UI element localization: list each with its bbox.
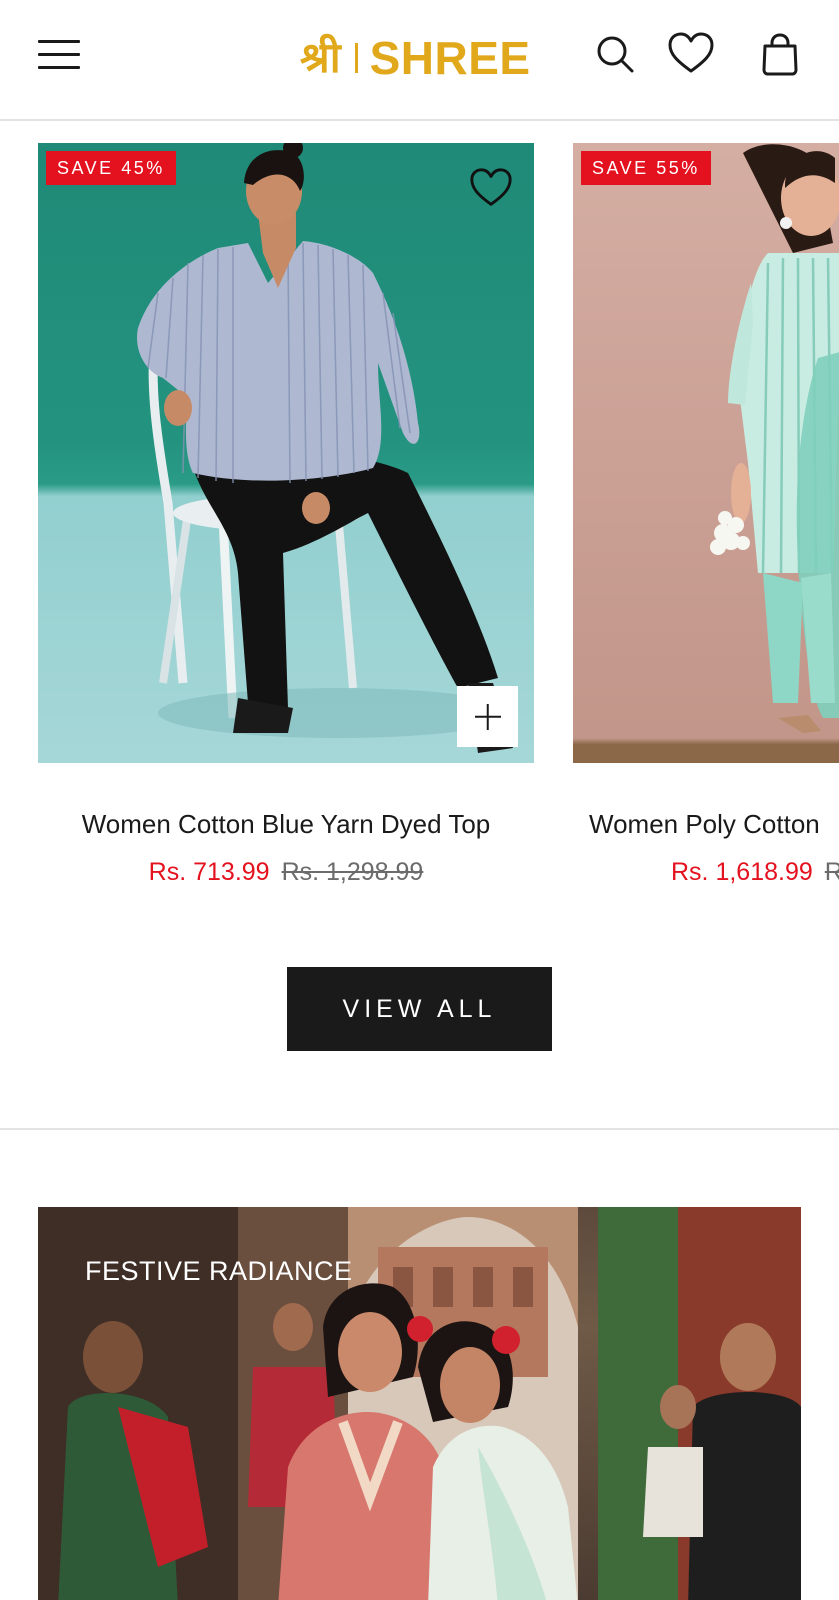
quick-add-button[interactable] bbox=[457, 686, 518, 747]
sale-price: Rs. 713.99 bbox=[148, 858, 270, 886]
logo-separator bbox=[354, 43, 358, 73]
view-all-button[interactable]: VIEW ALL bbox=[287, 967, 552, 1051]
product-card[interactable]: SAVE 45% Women Cotton Blue Yarn Dyed Top… bbox=[38, 143, 534, 887]
banner-title: FESTIVE RADIANCE bbox=[85, 1256, 353, 1286]
bag-icon[interactable] bbox=[756, 30, 804, 78]
original-price: R bbox=[824, 858, 839, 886]
original-price: Rs. 1,298.99 bbox=[281, 858, 424, 886]
wishlist-heart-icon[interactable] bbox=[468, 165, 514, 211]
section-divider bbox=[0, 1128, 839, 1130]
heart-icon[interactable] bbox=[667, 30, 715, 78]
brand-logo[interactable]: श्री SHREE bbox=[300, 30, 531, 86]
logo-text: SHREE bbox=[369, 32, 531, 84]
menu-line bbox=[38, 40, 80, 43]
product-photo bbox=[137, 143, 518, 753]
sale-price: Rs. 1,618.99 bbox=[671, 858, 813, 886]
product-image[interactable]: SAVE 45% bbox=[38, 143, 534, 763]
product-card[interactable]: SAVE 55% Women Poly Cotton Rs. 1,618.99 R bbox=[573, 143, 839, 887]
search-icon[interactable] bbox=[591, 30, 639, 78]
logo-hindi-text: श्री bbox=[300, 33, 341, 82]
site-header: श्री SHREE bbox=[0, 0, 839, 121]
menu-icon[interactable] bbox=[38, 38, 82, 70]
product-prices: Rs. 1,618.99 R bbox=[573, 858, 839, 887]
product-title[interactable]: Women Poly Cotton bbox=[573, 809, 839, 840]
menu-line bbox=[38, 66, 80, 69]
product-photo bbox=[710, 144, 839, 733]
discount-badge: SAVE 55% bbox=[581, 151, 711, 185]
collection-banner[interactable]: FESTIVE RADIANCE bbox=[38, 1207, 801, 1600]
discount-badge: SAVE 45% bbox=[46, 151, 176, 185]
product-title[interactable]: Women Cotton Blue Yarn Dyed Top bbox=[38, 809, 534, 840]
menu-line bbox=[38, 53, 80, 56]
product-prices: Rs. 713.99 Rs. 1,298.99 bbox=[38, 858, 534, 887]
product-image[interactable]: SAVE 55% bbox=[573, 143, 839, 763]
